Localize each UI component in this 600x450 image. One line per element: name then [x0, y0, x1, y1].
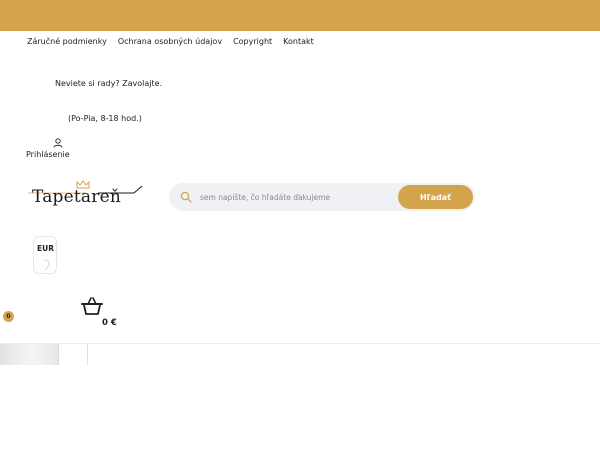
search-input[interactable] — [200, 189, 390, 205]
link-privacy[interactable]: Ochrana osobných údajov — [118, 37, 222, 46]
cart-count-badge: 0 — [3, 311, 14, 322]
currency-selector[interactable]: EUR — [33, 236, 57, 274]
basket-icon[interactable] — [81, 297, 103, 316]
header-divider — [0, 343, 600, 344]
image-placeholder — [0, 344, 59, 365]
link-warranty[interactable]: Záručné podmienky — [27, 37, 107, 46]
footer-links-nav: Záručné podmienky Ochrana osobných údajov… — [27, 37, 325, 46]
search-bar: Hľadať — [169, 183, 475, 211]
top-bar-overflow-text — [48, 22, 378, 28]
chevron-down-icon — [43, 259, 50, 271]
login-label: Prihlásenie — [26, 150, 70, 159]
link-contact[interactable]: Kontakt — [283, 37, 314, 46]
user-icon — [53, 138, 63, 148]
search-button[interactable]: Hľadať — [398, 185, 473, 209]
cart-total: 0 € — [102, 318, 117, 328]
column-separator — [87, 344, 88, 365]
search-icon — [180, 191, 192, 203]
help-text: Neviete si rady? Zavolajte. — [55, 79, 163, 88]
brand-name: Tapetareň — [32, 187, 121, 207]
link-copyright[interactable]: Copyright — [233, 37, 272, 46]
login-link[interactable]: Prihlásenie — [26, 138, 76, 162]
top-bar — [0, 0, 600, 31]
brand-logo[interactable]: Tapetareň — [26, 180, 146, 212]
currency-label: EUR — [37, 244, 54, 253]
opening-hours: (Po-Pia, 8-18 hod.) — [68, 114, 142, 123]
